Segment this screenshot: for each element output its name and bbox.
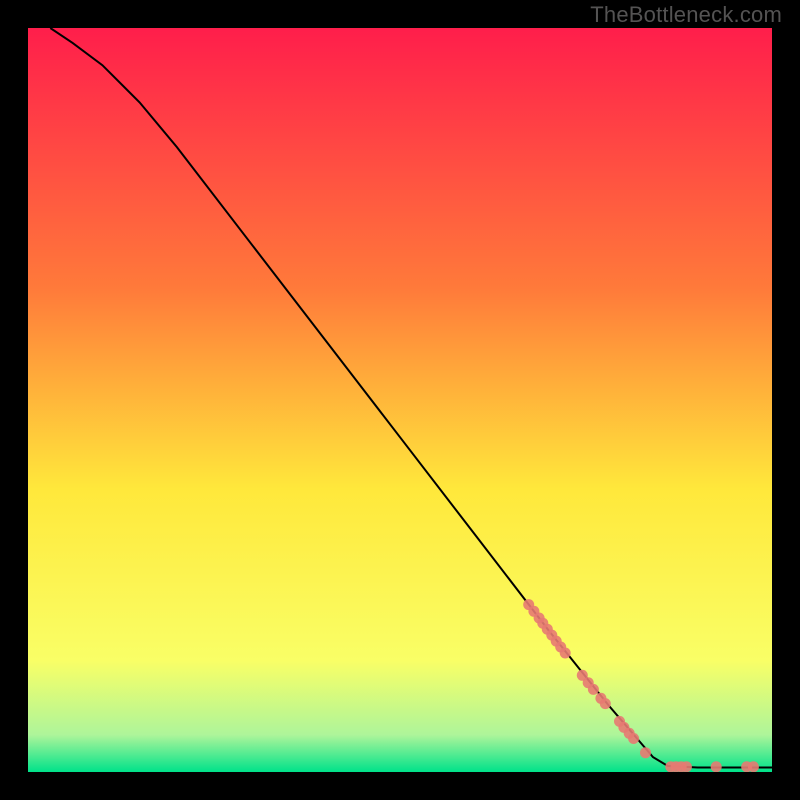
marker-point <box>681 761 692 772</box>
chart-svg <box>28 28 772 772</box>
marker-point <box>600 698 611 709</box>
marker-point <box>748 761 759 772</box>
marker-point <box>711 761 722 772</box>
marker-point <box>560 648 571 659</box>
marker-point <box>628 733 639 744</box>
gradient-bg <box>28 28 772 772</box>
watermark-label: TheBottleneck.com <box>590 2 782 28</box>
marker-point <box>640 747 651 758</box>
chart-frame: TheBottleneck.com <box>0 0 800 800</box>
marker-point <box>588 684 599 695</box>
plot-area <box>28 28 772 772</box>
